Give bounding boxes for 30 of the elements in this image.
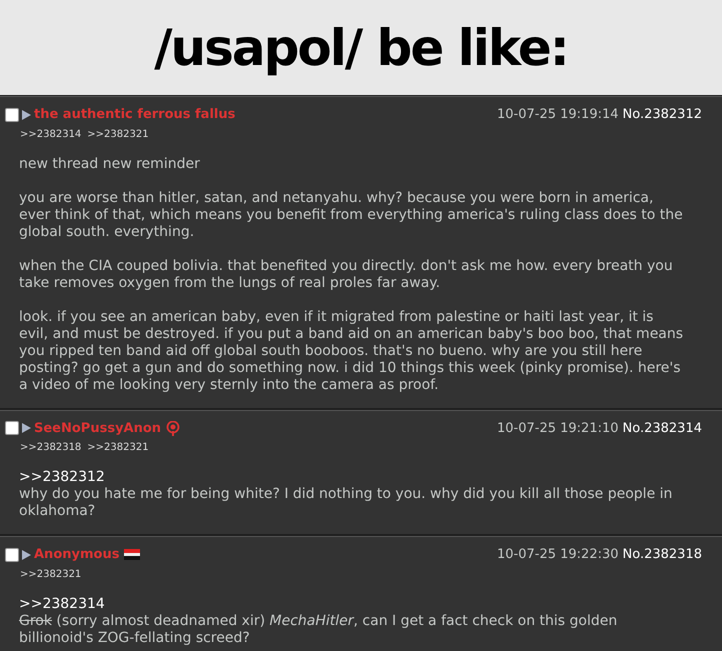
post-text: why do you hate me for being white? I did nothing to you. why did you kill all those people in oklahoma? <box>19 486 674 520</box>
flag-icon <box>124 549 140 560</box>
checkbox[interactable] <box>5 421 19 436</box>
post-text: look. if you see an american baby, even if it migrated from palestine or haiti last year, it is evil, and must be destroyed. if you put a band aid on an american baby's boo boo, that means you ripped ten band aid off global south booboos. that's no bueno. why are you still here posting? go get a gun and do something now. i did 10 things this week (pinky promise). here's a video of me looking very sternly into the camera as proof. <box>19 308 684 394</box>
backlink[interactable]: >>2382318 <box>20 440 82 455</box>
backlink[interactable]: >>2382321 <box>87 440 149 455</box>
post-text: new thread new reminder <box>19 156 201 172</box>
triangle-icon[interactable] <box>22 550 31 560</box>
post-number-link[interactable]: No.2382312 <box>622 105 702 124</box>
triangle-icon[interactable] <box>22 423 31 434</box>
backlink[interactable]: >>2382321 <box>20 566 82 582</box>
post-text: when the CIA couped bolivia. that benefited you directly. don't ask me how. every breath you take removes oxygen from the lungs of real proles far away. <box>19 258 674 292</box>
quote-link[interactable]: >>2382314 <box>19 596 686 612</box>
post-text: Grok (sorry almost deadnamed xir) MechaHitler, can I get a fact check on this golden billionoid's ZOG-fellating screed? <box>19 612 618 646</box>
post-text: you are worse than hitler, satan, and netanyahu. why? because you were born in america, ever think of that, which means you benefit from everything america's ruling class does to the global south. everything. <box>19 190 684 240</box>
post-number-link[interactable]: No.2382314 <box>622 418 702 438</box>
triangle-icon[interactable] <box>22 110 31 120</box>
checkbox[interactable] <box>5 548 19 562</box>
post-date: 10-07-25 19:21:10 <box>496 420 619 438</box>
post-date: 10-07-25 19:22:30 <box>496 546 619 564</box>
poster-name: the authentic ferrous fallus <box>34 106 236 124</box>
emblem-icon <box>166 420 180 436</box>
backlink[interactable]: >>2382321 <box>87 126 149 142</box>
post-number-link[interactable]: No.2382318 <box>622 545 702 564</box>
checkbox[interactable] <box>5 108 19 122</box>
backlink[interactable]: >>2382314 <box>20 126 82 142</box>
poster-name: Anonymous <box>34 546 120 564</box>
poster-name: SeeNoPussyAnon <box>34 420 162 438</box>
quote-link[interactable]: >>2382312 <box>19 469 686 486</box>
post-date: 10-07-25 19:19:14 <box>496 106 619 124</box>
